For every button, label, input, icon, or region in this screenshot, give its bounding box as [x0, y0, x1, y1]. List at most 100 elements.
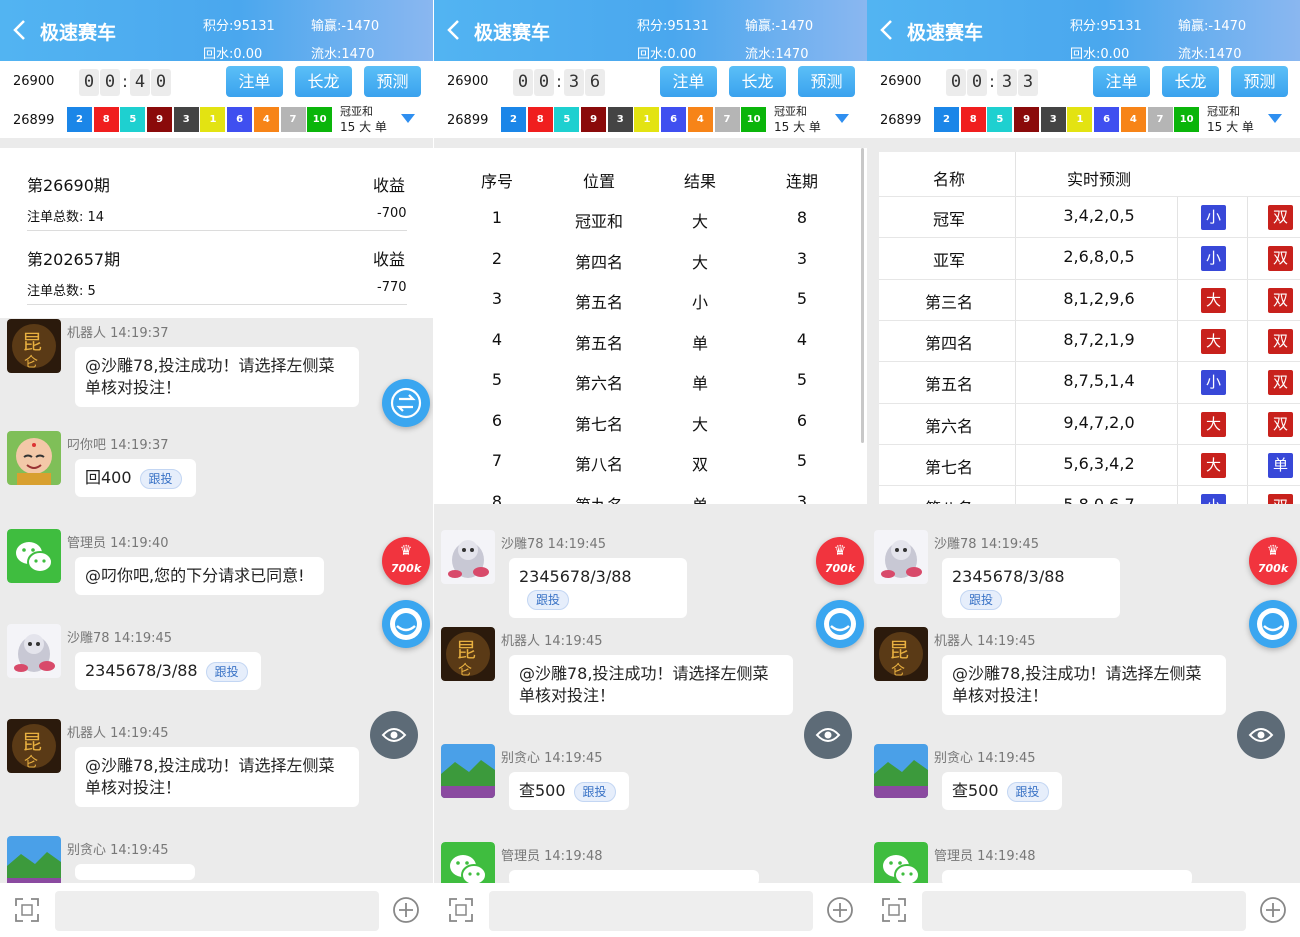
table-header: 名称 [932, 170, 965, 189]
swap-icon[interactable] [382, 379, 430, 427]
result-ball: 7 [714, 107, 740, 132]
follow-bet-tag[interactable]: 跟投 [573, 781, 616, 802]
crown-icon: ♛ [399, 543, 413, 559]
result-ball: 4 [1120, 107, 1146, 132]
message-text: 回400 [85, 468, 132, 487]
bet-list-button[interactable]: 注单 [660, 66, 717, 97]
eye-icon[interactable] [370, 711, 418, 759]
switch-icon[interactable] [880, 896, 908, 924]
eye-icon[interactable] [804, 711, 852, 759]
result-ball: 5 [987, 107, 1013, 132]
follow-bet-tag[interactable]: 跟投 [139, 468, 182, 489]
follow-bet-tag[interactable]: 跟投 [1006, 781, 1049, 802]
divider [879, 237, 1300, 239]
table-cell: 单 [691, 374, 708, 393]
sender-name: 管理员 14:19:40 [67, 536, 169, 551]
message-bubble: @沙雕78,投注成功！请选择左侧菜单核对投注！ [75, 347, 359, 407]
user-avatar[interactable] [441, 744, 495, 798]
follow-bet-tag[interactable]: 跟投 [205, 661, 248, 682]
sender-name: 沙雕78 14:19:45 [934, 537, 1040, 552]
result-ball: 7 [1147, 107, 1173, 132]
user-avatar[interactable] [7, 529, 61, 583]
result-ball: 8 [960, 107, 986, 132]
user-avatar[interactable]: 昆仑 [7, 719, 61, 773]
bet-list-button[interactable]: 注单 [1093, 66, 1150, 97]
parity-badge: 双 [1268, 287, 1293, 313]
sender-name: 机器人 14:19:45 [501, 634, 603, 649]
crown-badge-icon[interactable]: ♛ 700k [816, 537, 864, 585]
badge-value: 700k [824, 562, 856, 575]
predict-button[interactable]: 预测 [1231, 66, 1288, 97]
guanyahe-value: 15 大 单 [340, 120, 387, 134]
plus-icon[interactable] [826, 896, 854, 924]
divider [879, 319, 1300, 321]
sender-name: 机器人 14:19:37 [67, 326, 169, 341]
table-header: 序号 [480, 172, 513, 191]
countdown-digit: 3 [997, 69, 1017, 96]
user-avatar[interactable]: 昆仑 [441, 627, 495, 681]
predicted-numbers: 8,7,2,1,9 [1063, 329, 1135, 349]
user-avatar[interactable]: 昆仑 [7, 319, 61, 373]
message-input[interactable] [922, 891, 1246, 931]
follow-bet-tag[interactable]: 跟投 [527, 589, 570, 610]
message-input[interactable] [55, 891, 379, 931]
plus-icon[interactable] [1259, 896, 1287, 924]
bet-list-button[interactable]: 注单 [226, 66, 283, 97]
issue-row: 26900 0 0:3 3 注单 长龙 预测 [867, 61, 1300, 102]
message-text: 2345678/3/88 [952, 567, 1065, 586]
table-cell: 8 [796, 208, 808, 227]
plus-icon[interactable] [392, 896, 420, 924]
crown-badge-icon[interactable]: ♛ 700k [382, 537, 430, 585]
eye-icon[interactable] [1237, 711, 1285, 759]
dragon-button[interactable]: 长龙 [295, 66, 352, 97]
divider [1177, 196, 1178, 504]
crown-badge-icon[interactable]: ♛ 700k [1249, 537, 1297, 585]
user-avatar[interactable]: 昆仑 [874, 627, 928, 681]
result-ball: 6 [1094, 107, 1120, 132]
user-avatar[interactable] [874, 744, 928, 798]
switch-icon[interactable] [447, 896, 475, 924]
countdown-digit: 0 [534, 69, 554, 96]
back-arrow-icon[interactable] [446, 18, 462, 42]
expand-triangle-icon[interactable] [401, 114, 415, 123]
page-title: 极速赛车 [40, 22, 117, 44]
countdown-digit: 0 [967, 69, 987, 96]
user-avatar[interactable] [7, 836, 61, 890]
customer-service-icon[interactable] [816, 600, 864, 648]
back-arrow-icon[interactable] [12, 18, 28, 42]
message-bubble [75, 864, 195, 880]
result-ball: 10 [1174, 107, 1200, 132]
message-input[interactable] [489, 891, 813, 931]
switch-icon[interactable] [13, 896, 41, 924]
points-label: 积分:95131 [1070, 19, 1142, 34]
position-name: 第五名 [924, 375, 973, 395]
user-avatar[interactable] [7, 624, 61, 678]
sender-name: 沙雕78 14:19:45 [67, 631, 173, 646]
user-avatar[interactable] [7, 431, 61, 485]
user-avatar[interactable] [874, 530, 928, 584]
countdown-timer: 00:33 [946, 69, 1038, 96]
result-ball: 1 [200, 107, 226, 132]
message-text: @沙雕78,投注成功！请选择左侧菜单核对投注！ [85, 756, 335, 797]
message-text: 2345678/3/88 [519, 567, 632, 586]
svg-text:昆: 昆 [22, 330, 42, 354]
dragon-button[interactable]: 长龙 [729, 66, 786, 97]
table-cell: 6 [796, 410, 808, 430]
customer-service-icon[interactable] [382, 600, 430, 648]
period-title: 第202657期 [27, 250, 121, 269]
user-avatar[interactable] [441, 530, 495, 584]
countdown-digit: 4 [130, 69, 150, 96]
customer-service-icon[interactable] [1249, 600, 1297, 648]
predict-button[interactable]: 预测 [798, 66, 855, 97]
expand-triangle-icon[interactable] [835, 114, 849, 123]
current-issue: 26900 [13, 74, 55, 89]
expand-triangle-icon[interactable] [1268, 114, 1282, 123]
scrollbar[interactable] [861, 148, 864, 443]
follow-bet-tag[interactable]: 跟投 [960, 589, 1003, 610]
chat-message: 昆仑机器人 14:19:45 @沙雕78,投注成功！请选择左侧菜单核对投注！ [867, 627, 1300, 744]
table-cell: 小 [691, 293, 708, 312]
predict-button[interactable]: 预测 [364, 66, 421, 97]
table-cell: 第六名 [574, 374, 623, 393]
dragon-button[interactable]: 长龙 [1162, 66, 1219, 97]
back-arrow-icon[interactable] [879, 18, 895, 42]
